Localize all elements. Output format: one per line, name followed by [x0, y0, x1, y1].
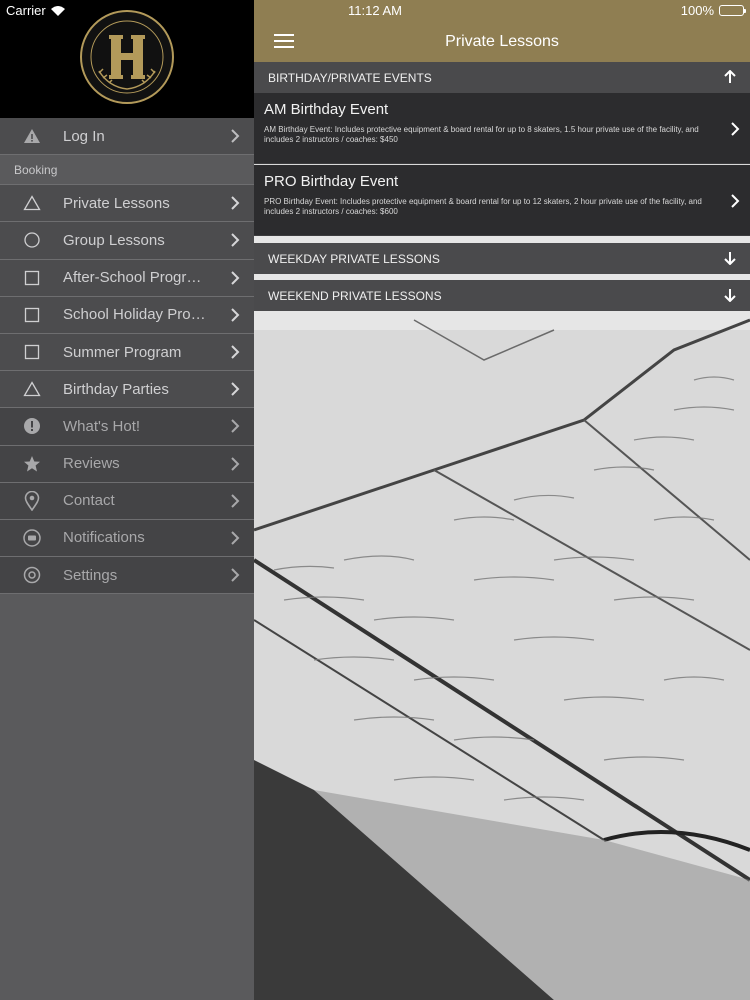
list-item-am-birthday-event[interactable]: AM Birthday Event AM Birthday Event: Inc… [254, 93, 750, 164]
sidebar-item-label: Settings [63, 566, 118, 584]
chevron-right-icon [231, 196, 240, 210]
sidebar-item-whats-hot[interactable]: What's Hot! [0, 408, 254, 446]
chevron-right-icon [231, 382, 240, 396]
sidebar-item-after-school[interactable]: After-School Progr… [0, 259, 254, 297]
chevron-right-icon [231, 129, 240, 143]
sidebar-item-birthday-parties[interactable]: Birthday Parties [0, 371, 254, 409]
chevron-right-icon [231, 493, 240, 508]
sidebar-item-reviews[interactable]: Reviews [0, 445, 254, 483]
page-title: Private Lessons [445, 33, 559, 50]
chevron-right-icon [231, 233, 240, 248]
chevron-right-icon [231, 308, 240, 322]
chevron-right-icon [231, 419, 240, 434]
sidebar-item-summer-program[interactable]: Summer Program [0, 333, 254, 372]
sidebar-item-label: Summer Program [63, 343, 182, 361]
sidebar-item-group-lessons[interactable]: Group Lessons [0, 222, 254, 260]
sidebar: Log In Booking Private Lessons Group Les… [0, 0, 254, 1000]
sidebar-item-label: Notifications [63, 529, 145, 547]
chevron-right-icon [731, 122, 740, 136]
item-description: PRO Birthday Event: Includes protective … [264, 197, 702, 216]
exclamation-icon [20, 414, 44, 438]
list-item-pro-birthday-event[interactable]: PRO Birthday Event PRO Birthday Event: I… [254, 165, 750, 236]
sidebar-item-settings[interactable]: Settings [0, 557, 254, 595]
chevron-right-icon [231, 531, 240, 545]
chevron-right-icon [231, 270, 240, 285]
sidebar-item-label: Reviews [63, 455, 120, 473]
sidebar-item-private-lessons[interactable]: Private Lessons [0, 185, 254, 223]
triangle-icon [20, 191, 44, 215]
main-content: Private Lessons BIRTHDAY/PRIVATE EVENTS … [254, 0, 750, 1000]
sidebar-item-notifications[interactable]: Notifications [0, 519, 254, 558]
arrow-down-icon [724, 252, 736, 265]
section-title: BIRTHDAY/PRIVATE EVENTS [268, 70, 432, 85]
sidebar-item-label: What's Hot! [63, 417, 141, 435]
item-title: PRO Birthday Event [264, 173, 399, 190]
square-icon [20, 340, 44, 364]
side-menu: Log In Booking Private Lessons Group Les… [0, 118, 254, 595]
arrow-down-icon [724, 289, 736, 302]
section-header-weekday-private-lessons[interactable]: WEEKDAY PRIVATE LESSONS [254, 243, 750, 274]
chevron-right-icon [231, 568, 240, 582]
sidebar-item-label: School Holiday Pro… [63, 306, 206, 324]
sidebar-item-label: After-School Progr… [63, 269, 202, 287]
star-icon [20, 452, 44, 476]
sidebar-item-login[interactable]: Log In [0, 118, 254, 156]
chevron-right-icon [731, 194, 740, 208]
sidebar-item-contact[interactable]: Contact [0, 482, 254, 520]
square-icon [20, 303, 44, 327]
section-header-birthday-private-events[interactable]: BIRTHDAY/PRIVATE EVENTS [254, 62, 750, 93]
sidebar-item-label: Group Lessons [63, 231, 165, 249]
section-header-weekend-private-lessons[interactable]: WEEKEND PRIVATE LESSONS [254, 280, 750, 311]
battery-indicator: 100% [680, 3, 746, 18]
triangle-icon [20, 377, 44, 401]
square-icon [20, 266, 44, 290]
section-label-booking: Booking [0, 155, 254, 186]
location-pin-icon [20, 489, 44, 513]
carrier-label: Carrier [6, 3, 46, 18]
item-title: AM Birthday Event [264, 101, 389, 118]
warning-icon [20, 124, 44, 148]
sidebar-item-label: Private Lessons [63, 194, 170, 212]
item-description: AM Birthday Event: Includes protective e… [264, 125, 699, 144]
chat-bubble-icon [20, 526, 44, 550]
status-bar: Carrier 11:12 AM 100% [0, 0, 750, 22]
clock: 11:12 AM [348, 3, 402, 18]
arrow-up-icon [724, 70, 736, 83]
wifi-icon [50, 5, 65, 16]
chevron-right-icon [231, 345, 240, 359]
sidebar-item-label: Birthday Parties [63, 380, 169, 398]
section-title: WEEKDAY PRIVATE LESSONS [268, 251, 440, 266]
sidebar-item-label: Contact [63, 492, 115, 510]
carrier-indicator: Carrier [6, 3, 66, 18]
academy-logo [80, 10, 174, 104]
gear-icon [20, 563, 44, 587]
sidebar-item-school-holiday[interactable]: School Holiday Pro… [0, 296, 254, 334]
battery-icon [719, 5, 746, 16]
chevron-right-icon [231, 456, 240, 471]
circle-icon [20, 228, 44, 252]
battery-percent: 100% [680, 3, 714, 18]
sidebar-item-label: Log In [63, 127, 105, 145]
section-title: WEEKEND PRIVATE LESSONS [268, 288, 442, 303]
